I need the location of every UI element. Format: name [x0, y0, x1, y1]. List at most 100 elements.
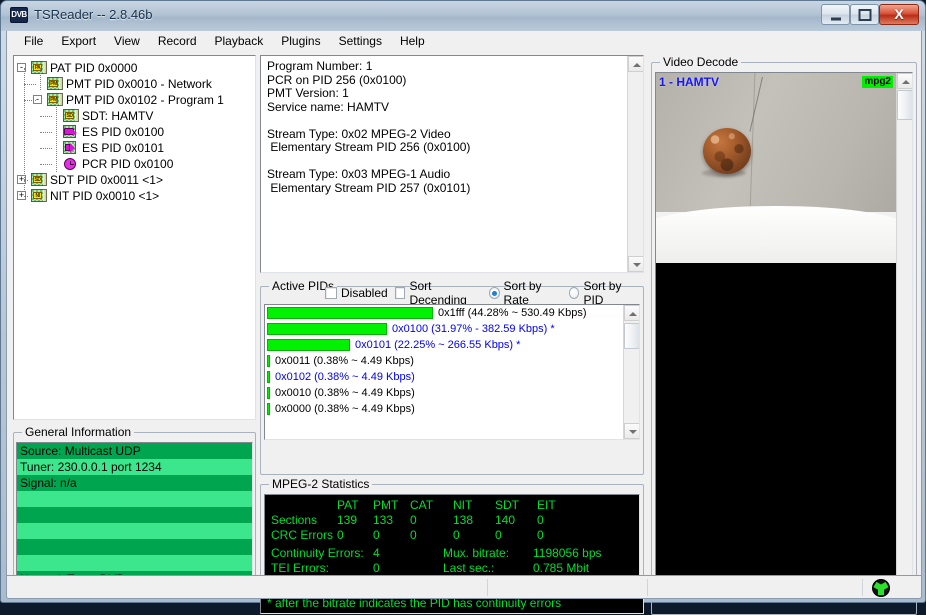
video-scrollbar[interactable]: [896, 73, 912, 593]
tree-node-label: NIT PID 0x0010 <1>: [50, 189, 160, 203]
video-overlay-title: 1 - HAMTV: [659, 75, 719, 89]
statistics-column-header: PMT: [373, 498, 399, 512]
pid-tree: - PA PAT PID 0x0000 PM PMT PID 0x0010 - Netw…: [14, 56, 255, 204]
menu-item-settings[interactable]: Settings: [330, 32, 391, 50]
pid-bitrate-bar: [267, 323, 387, 335]
general-information-group: General Information Source: Multicast UD…: [13, 425, 256, 593]
active-pids-rows: 0x1fff (44.28% ~ 530.49 Kbps) 0x0100 (31.…: [265, 305, 639, 417]
statistics-detail-label: Mux. bitrate:: [443, 546, 510, 560]
close-button[interactable]: X: [879, 4, 919, 25]
tree-node-label: PMT PID 0x0102 - Program 1: [66, 93, 224, 107]
window-title: TSReader -- 2.8.46b: [34, 7, 153, 22]
tree-node-label: SDT PID 0x0011 <1>: [50, 173, 163, 187]
control-label: Sort by Rate: [503, 279, 542, 307]
scroll-up-icon[interactable]: [628, 56, 643, 72]
general-information-list[interactable]: Source: Multicast UDP Tuner: 230.0.0.1 po…: [16, 442, 253, 590]
radio-sort-by-rate[interactable]: Sort by Rate: [488, 279, 562, 307]
pid-label: 0x0000 (0.38% ~ 4.49 Kbps): [275, 403, 415, 415]
checkbox-disabled[interactable]: Disabled: [325, 286, 388, 300]
title-bar[interactable]: DVB TSReader -- 2.8.46b X: [1, 1, 925, 31]
clock-icon: [63, 157, 78, 171]
scroll-down-icon[interactable]: [628, 256, 643, 272]
statistics-cell: 133: [373, 513, 394, 527]
active-pids-list[interactable]: 0x1fff (44.28% ~ 530.49 Kbps) 0x0100 (31.…: [264, 304, 640, 440]
pid-label: 0x0100 (31.97% - 382.59 Kbps) *: [392, 323, 555, 335]
statistics-detail-value: 4: [373, 546, 380, 560]
program-info-scrollbar[interactable]: [627, 56, 643, 272]
video-decode-box[interactable]: 1 - HAMTV mpg2: [655, 72, 913, 594]
tree-connector: [40, 148, 52, 149]
general-info-row: Source: Multicast UDP: [17, 443, 252, 459]
active-pids-group: Active PIDs Disabled Sort Decending Sort b…: [260, 279, 644, 475]
scroll-down-icon[interactable]: [624, 423, 639, 439]
menu-item-view[interactable]: View: [105, 32, 149, 50]
statistics-column-header: PAT: [337, 498, 359, 512]
minimize-button[interactable]: [821, 4, 850, 25]
video-codec-badge: mpg2: [862, 76, 893, 88]
pid-row[interactable]: 0x0100 (31.97% - 382.59 Kbps) *: [265, 321, 639, 337]
pid-bitrate-bar: [267, 307, 433, 319]
statistics-row-label: Sections: [271, 513, 318, 527]
close-icon: X: [894, 6, 904, 22]
menu-item-export[interactable]: Export: [52, 32, 105, 50]
pid-row[interactable]: 0x0102 (0.38% ~ 4.49 Kbps): [265, 369, 639, 385]
menu-item-file[interactable]: File: [15, 32, 52, 50]
tree-node[interactable]: PM PMT PID 0x0010 - Network: [14, 76, 255, 92]
statistics-detail-label: Last sec.:: [443, 561, 495, 575]
maximize-button[interactable]: [850, 4, 879, 25]
radiation-status-icon[interactable]: [872, 579, 890, 597]
general-info-row: [17, 507, 252, 523]
control-label: Sort Decending: [409, 279, 467, 307]
statistics-cell: 140: [495, 513, 516, 527]
tree-node-label: ES PID 0x0100: [82, 125, 165, 139]
video-hanging-sphere: [703, 128, 751, 174]
statistics-cell: 0: [410, 513, 417, 527]
scroll-up-icon[interactable]: [897, 73, 912, 89]
pid-tree-panel[interactable]: - PA PAT PID 0x0000 PM PMT PID 0x0010 - Netw…: [13, 55, 256, 420]
tree-node[interactable]: - PA PAT PID 0x0000: [14, 60, 255, 76]
tree-connector: [24, 180, 28, 181]
tree-node[interactable]: - PM PMT PID 0x0102 - Program 1: [14, 92, 255, 108]
program-info-text: Program Number: 1 PCR on PID 256 (0x0100…: [267, 59, 471, 195]
statistics-column-header: CAT: [410, 498, 434, 512]
status-separator: [862, 579, 863, 596]
tree-node[interactable]: + NI NIT PID 0x0010 <1>: [14, 188, 255, 204]
pid-row[interactable]: 0x0101 (22.25% ~ 266.55 Kbps) *: [265, 337, 639, 353]
app-icon: DVB: [10, 7, 28, 23]
menu-item-playback[interactable]: Playback: [206, 32, 273, 50]
video-decode-group: Video Decode 1 - HAMTV mpg2: [651, 55, 917, 615]
menu-item-record[interactable]: Record: [149, 32, 206, 50]
menu-item-plugins[interactable]: Plugins: [272, 32, 329, 50]
tree-node-label: ES PID 0x0101: [82, 141, 165, 155]
control-label: Disabled: [341, 286, 388, 300]
status-separator: [487, 579, 488, 596]
statistics-column-header: SDT: [495, 498, 519, 512]
audio-stream-icon: [63, 141, 78, 155]
statistics-cell: 0: [373, 528, 380, 542]
pid-row[interactable]: 0x0011 (0.38% ~ 4.49 Kbps): [265, 353, 639, 369]
pid-bitrate-bar: [267, 371, 270, 383]
scroll-up-icon[interactable]: [624, 305, 639, 321]
statistics-column-header: EIT: [537, 498, 556, 512]
scroll-thumb[interactable]: [624, 323, 639, 349]
pid-label: 0x0101 (22.25% ~ 266.55 Kbps) *: [355, 339, 521, 351]
pid-row[interactable]: 0x0000 (0.38% ~ 4.49 Kbps): [265, 401, 639, 417]
checkbox-sort-decending[interactable]: Sort Decending: [394, 279, 482, 307]
tree-connector: [24, 84, 36, 85]
statistics-column-header: NIT: [453, 498, 473, 512]
tree-connector: [56, 100, 57, 172]
tree-connector: [40, 164, 52, 165]
radio-sort-by-pid[interactable]: Sort by PID: [568, 279, 637, 307]
statistics-detail-value: 0.785 Mbit: [533, 561, 590, 575]
scroll-thumb[interactable]: [897, 90, 912, 120]
tree-connector: [24, 100, 36, 101]
tree-connector: [24, 68, 25, 192]
nit-table-icon: NI: [31, 189, 47, 203]
video-table-surface: [656, 206, 896, 263]
menu-item-help[interactable]: Help: [391, 32, 434, 50]
pid-row[interactable]: 0x1fff (44.28% ~ 530.49 Kbps): [265, 305, 639, 321]
tree-node[interactable]: + SD SDT PID 0x0011 <1>: [14, 172, 255, 188]
radio-indicator: [568, 287, 580, 299]
active-pids-scrollbar[interactable]: [623, 305, 639, 439]
pid-row[interactable]: 0x0010 (0.38% ~ 4.49 Kbps): [265, 385, 639, 401]
